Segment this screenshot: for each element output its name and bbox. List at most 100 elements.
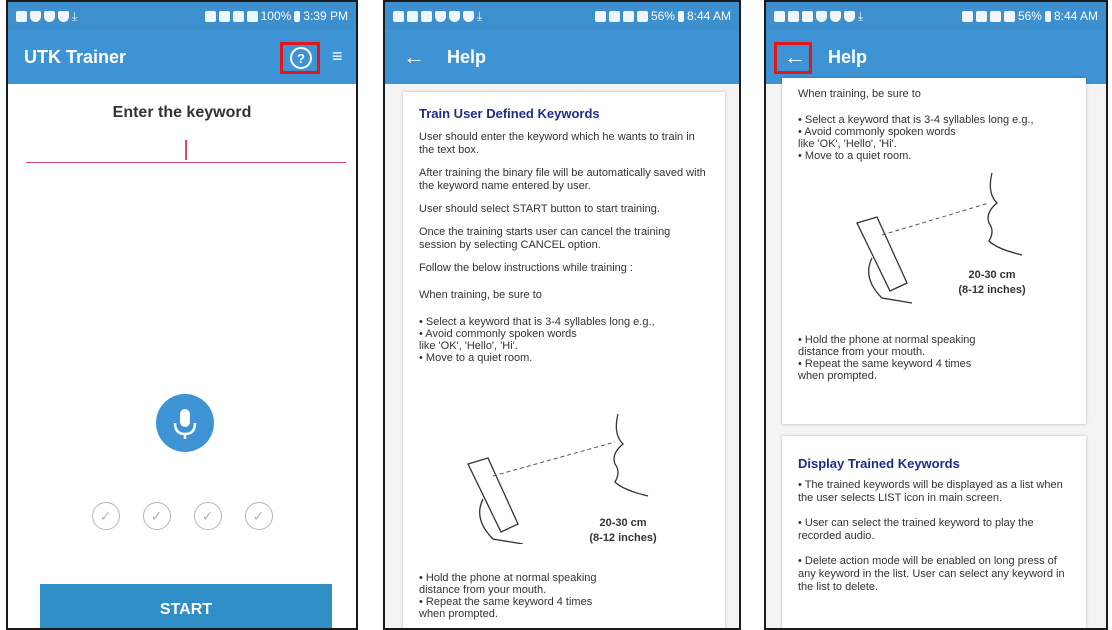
help-paragraph: After training the binary file will be a… xyxy=(419,167,706,192)
list-item: • Hold the phone at normal speaking xyxy=(419,572,597,584)
page-title: Help xyxy=(447,46,487,67)
download-icon: ⤓ xyxy=(858,9,864,23)
list-item: when prompted. xyxy=(798,370,877,382)
instruction-list: • Hold the phone at normal speaking dist… xyxy=(798,334,976,382)
progress-checks: ✓ ✓ ✓ ✓ xyxy=(8,502,356,530)
mic-button[interactable] xyxy=(156,394,214,452)
distance-label: 20-30 cm (8-12 inches) xyxy=(563,516,683,546)
help-paragraph: • Delete action mode will be enabled on … xyxy=(798,555,1065,593)
clock: 3:39 PM xyxy=(303,9,348,23)
list-item: • Move to a quiet room. xyxy=(419,352,533,364)
alarm-icon xyxy=(204,10,216,22)
help-paragraph: • User can select the trained keyword to… xyxy=(798,517,1034,542)
back-arrow-icon[interactable]: ← xyxy=(385,46,433,68)
gallery-icon xyxy=(788,10,799,22)
app-bar: ← Help xyxy=(766,30,1106,84)
shield-icon xyxy=(844,10,855,22)
help-card-display: Display Trained Keywords • The trained k… xyxy=(782,436,1086,628)
screen-help-top: ⤓ 56% 8:44 AM ← Help Train User Defined … xyxy=(383,0,741,630)
distance-label: 20-30 cm (8-12 inches) xyxy=(932,268,1052,298)
list-item: like 'OK', 'Hello', 'Hi'. xyxy=(798,138,897,150)
text-cursor xyxy=(185,140,187,160)
status-bar: ⤓ 56% 8:44 AM xyxy=(766,2,1106,30)
app-title: UTK Trainer xyxy=(24,46,127,67)
mute-icon xyxy=(975,10,987,22)
battery-icon xyxy=(294,10,301,22)
signal-icon xyxy=(1003,10,1015,22)
help-scroll-area[interactable]: When training, be sure to • Select a key… xyxy=(766,78,1106,628)
help-icon[interactable]: ? xyxy=(290,47,312,69)
shield-icon xyxy=(463,10,474,22)
help-card-train: Train User Defined Keywords User should … xyxy=(403,92,725,628)
gallery-icon xyxy=(16,10,27,22)
list-item: • Repeat the same keyword 4 times xyxy=(798,358,972,370)
list-item: • Move to a quiet room. xyxy=(798,150,912,162)
wifi-icon xyxy=(989,10,1001,22)
check-icon: ✓ xyxy=(244,502,273,530)
app-bar: ← Help xyxy=(385,30,739,84)
screen-utk-trainer: ⤓ 100% 3:39 PM UTK Trainer ? ≡ Enter the… xyxy=(6,0,358,630)
shield-icon xyxy=(816,10,827,22)
list-item: distance from your mouth. xyxy=(419,584,547,596)
list-icon[interactable]: ≡ xyxy=(332,46,343,67)
microphone-icon xyxy=(173,409,197,439)
wifi-icon xyxy=(232,10,244,22)
battery-percent: 100% xyxy=(260,9,292,23)
check-icon: ✓ xyxy=(193,502,222,530)
help-paragraph: User should enter the keyword which he w… xyxy=(419,131,695,156)
card-title: Display Trained Keywords xyxy=(798,456,960,471)
shield-icon xyxy=(30,10,41,22)
instruction-list: • Select a keyword that is 3-4 syllables… xyxy=(419,316,709,364)
status-bar: ⤓ 100% 3:39 PM xyxy=(8,2,356,30)
start-button[interactable]: START xyxy=(40,584,332,628)
gallery-icon xyxy=(421,10,432,22)
notification-icon xyxy=(393,10,404,22)
mute-icon xyxy=(608,10,620,22)
check-icon: ✓ xyxy=(142,502,171,530)
list-item: • Avoid commonly spoken words xyxy=(798,126,956,138)
distance-cm: 20-30 cm xyxy=(599,517,647,529)
distance-inches: (8-12 inches) xyxy=(589,532,657,544)
help-paragraph: User should select START button to start… xyxy=(419,203,660,215)
shield-icon xyxy=(435,10,446,22)
clock: 8:44 AM xyxy=(686,9,731,23)
distance-inches: (8-12 inches) xyxy=(958,284,1026,296)
download-icon: ⤓ xyxy=(477,9,483,23)
battery-percent: 56% xyxy=(650,9,675,23)
help-paragraph: Once the training starts user can cancel… xyxy=(419,226,671,251)
shield-icon xyxy=(58,10,69,22)
distance-cm: 20-30 cm xyxy=(968,269,1016,281)
help-scroll-area[interactable]: Train User Defined Keywords User should … xyxy=(385,84,739,628)
list-item: • Hold the phone at normal speaking xyxy=(798,334,976,346)
alarm-icon xyxy=(594,10,606,22)
alarm-icon xyxy=(961,10,973,22)
shield-icon xyxy=(449,10,460,22)
highlight-box xyxy=(774,42,812,74)
linkedin-icon xyxy=(407,10,418,22)
list-item: like 'OK', 'Hello', 'Hi'. xyxy=(419,340,518,352)
list-item: • Avoid commonly spoken words xyxy=(419,328,577,340)
battery-icon xyxy=(677,10,684,22)
page-title: Help xyxy=(828,46,868,67)
list-item: • Select a keyword that is 3-4 syllables… xyxy=(419,316,655,328)
keyword-heading: Enter the keyword xyxy=(112,104,252,121)
battery-icon xyxy=(1044,10,1051,22)
check-icon: ✓ xyxy=(91,502,120,530)
list-item: • Repeat the same keyword 4 times xyxy=(419,596,593,608)
notification-icon xyxy=(774,10,785,22)
signal-icon xyxy=(636,10,648,22)
help-paragraph: When training, be sure to xyxy=(798,88,921,100)
download-icon: ⤓ xyxy=(72,9,78,23)
instruction-list: • Select a keyword that is 3-4 syllables… xyxy=(798,114,1070,162)
help-card-train: When training, be sure to • Select a key… xyxy=(782,78,1086,424)
card-title: Train User Defined Keywords xyxy=(419,106,600,121)
help-paragraph: • The trained keywords will be displayed… xyxy=(798,479,1063,504)
screen-help-scrolled: ⤓ 56% 8:44 AM ← Help When training, be s… xyxy=(764,0,1108,630)
help-paragraph: When training, be sure to xyxy=(419,289,542,301)
keyword-input[interactable] xyxy=(26,162,346,163)
signal-icon xyxy=(246,10,258,22)
app-bar: UTK Trainer ? ≡ xyxy=(8,30,356,84)
shield-icon xyxy=(44,10,55,22)
status-bar: ⤓ 56% 8:44 AM xyxy=(385,2,739,30)
mute-icon xyxy=(218,10,230,22)
